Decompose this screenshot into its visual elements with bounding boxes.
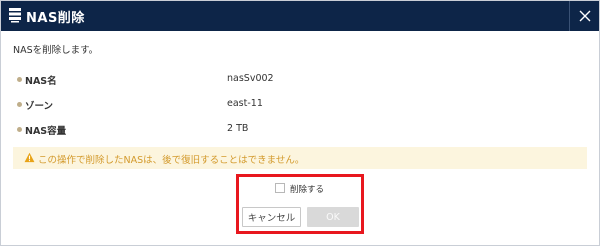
close-button[interactable] bbox=[569, 1, 599, 31]
detail-value: nasSv002 bbox=[227, 73, 274, 84]
confirm-delete-label[interactable]: 削除する bbox=[290, 183, 324, 195]
warning-banner: この操作で削除したNASは、後で復旧することはできません。 bbox=[13, 147, 587, 169]
ok-button[interactable]: OK bbox=[307, 207, 359, 227]
detail-label: ゾーン bbox=[25, 101, 54, 112]
bullet-icon bbox=[17, 77, 22, 82]
bullet-icon bbox=[17, 102, 22, 107]
close-icon bbox=[579, 10, 590, 22]
warning-icon bbox=[24, 152, 35, 163]
detail-label: NAS容量 bbox=[25, 126, 67, 137]
warning-text: この操作で削除したNASは、後で復旧することはできません。 bbox=[38, 155, 305, 166]
dialog-message: NASを削除します。 bbox=[13, 45, 99, 56]
detail-value: 2 TB bbox=[227, 123, 249, 134]
server-icon bbox=[9, 8, 21, 23]
cancel-button[interactable]: キャンセル bbox=[242, 207, 301, 227]
detail-value: east-11 bbox=[227, 98, 263, 109]
detail-label: NAS名 bbox=[25, 76, 57, 87]
dialog-titlebar: NAS削除 bbox=[1, 1, 599, 31]
confirm-delete-checkbox[interactable] bbox=[275, 183, 285, 193]
nas-delete-dialog: NAS削除 NASを削除します。 NAS名 nasSv002 ゾーン east-… bbox=[0, 0, 600, 246]
dialog-title: NAS削除 bbox=[26, 11, 85, 26]
bullet-icon bbox=[17, 127, 22, 132]
